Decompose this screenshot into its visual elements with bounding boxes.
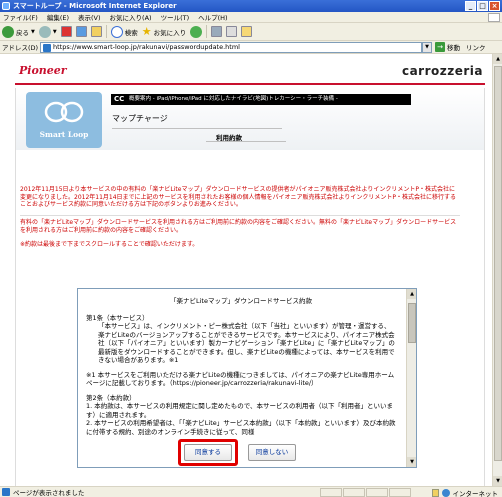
search-button[interactable]: 検索 bbox=[110, 25, 138, 39]
terms-scroll-thumb[interactable] bbox=[408, 303, 416, 343]
page-icon bbox=[43, 43, 51, 52]
refresh-icon[interactable] bbox=[75, 26, 87, 37]
minimize-button[interactable]: _ bbox=[465, 1, 476, 11]
mail-icon[interactable] bbox=[211, 26, 223, 37]
brand-divider bbox=[15, 83, 485, 85]
scroll-up-icon[interactable]: ▲ bbox=[493, 54, 502, 64]
subtitle-divider bbox=[206, 141, 286, 142]
terms-title: 「楽ナビLiteマップ」ダウンロードサービス約款 bbox=[170, 297, 312, 305]
cc-mark: CC bbox=[114, 95, 125, 103]
header-strip: CC 概要案内 - iPad/iPhone/iPad に対応したナイラビ(地図)… bbox=[111, 94, 411, 105]
favorites-button[interactable]: ★ お気に入り bbox=[142, 25, 186, 39]
status-cell bbox=[389, 488, 411, 497]
title-divider bbox=[112, 128, 282, 129]
go-button[interactable]: → 移動 bbox=[435, 42, 460, 52]
folder-icon[interactable] bbox=[241, 26, 253, 37]
toolbar-divider bbox=[206, 25, 208, 38]
home-icon[interactable] bbox=[90, 26, 102, 37]
note1: ※1 本サービスをご利用いただける楽ナビLiteの機種につきましては、パイオニア… bbox=[86, 370, 395, 388]
page-header: Smart Loop CC 概要案内 - iPad/iPhone/iPad に対… bbox=[16, 88, 484, 150]
ie-icon bbox=[2, 2, 10, 10]
page-viewport: Pioneer carrozzeria Smart Loop CC 概要案内 -… bbox=[0, 54, 502, 486]
menu-favorites[interactable]: お気に入り(A) bbox=[110, 12, 152, 22]
security-zone: インターネット bbox=[431, 488, 499, 497]
article2-heading: 第2条（本約款） bbox=[86, 393, 136, 402]
toolbar: 戻る ▼ ▼ 検索 ★ お気に入り bbox=[0, 23, 502, 41]
status-text: ページが表示されました bbox=[13, 489, 85, 497]
notice-provider-change: 2012年11月15日より本サービスの中の有料の「楽ナビLiteマップ」ダウンロ… bbox=[20, 186, 457, 208]
notice-scroll-hint: ※約款は最後まで下までスクロールすることで確認いただけます。 bbox=[20, 241, 199, 248]
window-title: スマートループ - Microsoft Internet Explorer bbox=[13, 2, 177, 10]
status-cell bbox=[320, 488, 342, 497]
address-dropdown-button[interactable]: ▼ bbox=[422, 41, 432, 53]
notice-divider bbox=[20, 215, 460, 216]
menu-help[interactable]: ヘルプ(H) bbox=[198, 12, 227, 22]
search-icon bbox=[110, 25, 123, 38]
article2-item2: 2. 本サービスの利用希望者は、「「楽ナビLite」サービス本約款」（以下「本約… bbox=[86, 419, 396, 436]
maximize-button[interactable]: □ bbox=[477, 1, 488, 11]
page-icon bbox=[2, 488, 10, 496]
pioneer-logo: Pioneer bbox=[19, 64, 67, 77]
page-scrollbar[interactable]: ▲ ▼ bbox=[492, 54, 502, 486]
consent-buttons: 同意する 同意しない bbox=[0, 439, 502, 472]
menu-tools[interactable]: ツール(T) bbox=[161, 12, 190, 22]
menu-file[interactable]: ファイル(F) bbox=[3, 12, 38, 22]
links-button[interactable]: リンク bbox=[466, 42, 486, 52]
address-bar: アドレス(D) https://www.smart-loop.jp/rakuna… bbox=[0, 41, 502, 54]
article1-body: 「本サービス」は、インクリメント・ピー株式会社（以下「当社」といいます）が管理・… bbox=[98, 322, 395, 364]
favorites-label: お気に入り bbox=[153, 28, 187, 37]
status-cell bbox=[343, 488, 365, 497]
page-scroll-thumb[interactable] bbox=[494, 66, 502, 461]
menu-bar: ファイル(F) 編集(E) 表示(V) お気に入り(A) ツール(T) ヘルプ(… bbox=[0, 12, 502, 23]
smart-loop-rings-icon bbox=[44, 101, 84, 123]
windows-logo-icon bbox=[488, 13, 500, 22]
forward-arrow-icon bbox=[38, 25, 51, 38]
agree-button[interactable]: 同意する bbox=[184, 444, 232, 461]
notice-terms-check: 有料の「楽ナビLiteマップ」ダウンロードサービスを利用される方はご利用前に約款… bbox=[20, 219, 457, 234]
chevron-down-icon: ▼ bbox=[52, 28, 57, 35]
go-arrow-icon: → bbox=[435, 42, 445, 52]
forward-button[interactable]: ▼ bbox=[38, 25, 57, 39]
header-strip-text: 概要案内 - iPad/iPhone/iPad に対応したナイラビ(地図)トレカ… bbox=[129, 96, 338, 102]
window-title-bar: スマートループ - Microsoft Internet Explorer _ … bbox=[0, 0, 502, 12]
window-controls: _ □ × bbox=[465, 1, 500, 11]
chevron-down-icon: ▼ bbox=[31, 28, 35, 35]
status-bar: ページが表示されました インターネット bbox=[0, 486, 502, 497]
terms-textbox[interactable]: 「楽ナビLiteマップ」ダウンロードサービス約款 第1条（本サービス） 「本サー… bbox=[77, 288, 417, 468]
back-label: 戻る bbox=[16, 28, 29, 37]
article1-heading: 第1条（本サービス） bbox=[86, 313, 149, 322]
smart-loop-logo-text: Smart Loop bbox=[39, 130, 89, 139]
menu-view[interactable]: 表示(V) bbox=[78, 12, 101, 22]
go-label: 移動 bbox=[447, 44, 460, 52]
globe-icon bbox=[441, 489, 450, 497]
back-arrow-icon bbox=[2, 25, 14, 38]
page-title: マップチャージ bbox=[112, 114, 168, 123]
history-icon[interactable] bbox=[190, 25, 203, 38]
lock-icon bbox=[431, 489, 439, 497]
star-icon: ★ bbox=[141, 25, 152, 38]
address-input[interactable]: https://www.smart-loop.jp/rakunavi/passw… bbox=[40, 41, 422, 53]
back-button[interactable]: 戻る ▼ bbox=[2, 25, 35, 39]
menu-edit[interactable]: 編集(E) bbox=[47, 12, 69, 22]
print-icon[interactable] bbox=[226, 26, 238, 37]
terms-scrollbar[interactable]: ▲ ▼ bbox=[406, 289, 416, 467]
status-cells bbox=[320, 488, 411, 497]
scroll-up-icon[interactable]: ▲ bbox=[407, 289, 416, 299]
toolbar-divider bbox=[105, 25, 107, 38]
address-url: https://www.smart-loop.jp/rakunavi/passw… bbox=[53, 43, 240, 51]
search-label: 検索 bbox=[124, 28, 138, 37]
stop-icon[interactable] bbox=[60, 26, 72, 37]
smart-loop-logo: Smart Loop bbox=[26, 92, 102, 148]
carrozzeria-logo: carrozzeria bbox=[401, 64, 483, 78]
terms-content: 「楽ナビLiteマップ」ダウンロードサービス約款 第1条（本サービス） 「本サー… bbox=[86, 297, 396, 436]
article2-item1: 1. 本約款は、本サービスの利用規定に関し定めたもので、本サービスの利用者（以下… bbox=[86, 402, 394, 419]
scroll-down-icon[interactable]: ▼ bbox=[493, 476, 502, 486]
status-cell bbox=[366, 488, 388, 497]
address-label: アドレス(D) bbox=[2, 44, 39, 52]
brand-bar: Pioneer carrozzeria bbox=[15, 62, 485, 82]
close-button[interactable]: × bbox=[489, 1, 500, 11]
disagree-button[interactable]: 同意しない bbox=[248, 444, 296, 461]
zone-text: インターネット bbox=[452, 490, 499, 497]
